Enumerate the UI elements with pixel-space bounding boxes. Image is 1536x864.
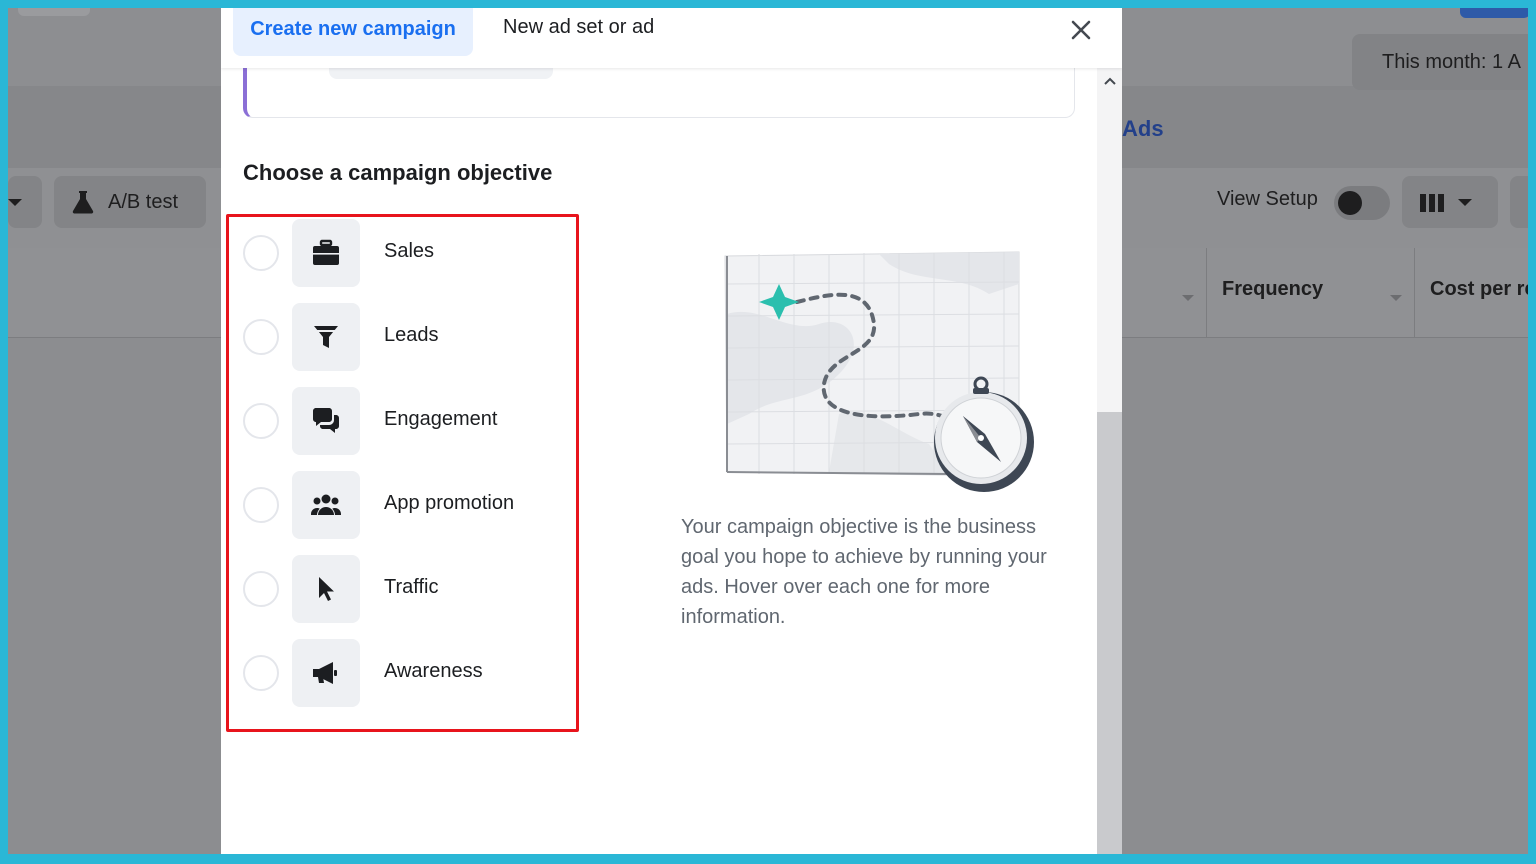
radio-button[interactable]	[243, 319, 279, 355]
view-setup-toggle[interactable]	[1334, 186, 1390, 220]
bg-top-pill	[18, 8, 90, 16]
objective-icon-tile	[292, 639, 360, 707]
dialog-scrollbar[interactable]	[1097, 68, 1122, 854]
map-compass-illustration	[724, 251, 1034, 492]
date-range-button[interactable]: This month: 1 A	[1352, 34, 1528, 90]
people-icon	[311, 494, 341, 515]
objective-label: App promotion	[384, 492, 515, 514]
column-header-cost-per[interactable]: Cost per re	[1430, 278, 1528, 301]
objective-app-promotion[interactable]: App promotion	[221, 470, 571, 540]
chat-bubbles-icon	[313, 408, 339, 433]
radio-button[interactable]	[243, 235, 279, 271]
tab-create-new-campaign[interactable]: Create new campaign	[233, 8, 473, 56]
cursor-icon	[319, 577, 334, 601]
radio-button[interactable]	[243, 403, 279, 439]
chevron-down-icon	[8, 199, 22, 206]
scrollbar-track[interactable]	[1097, 412, 1122, 854]
radio-button[interactable]	[243, 487, 279, 523]
bg-primary-button[interactable]	[1460, 8, 1528, 18]
chevron-down-icon	[1458, 199, 1472, 206]
chevron-up-icon[interactable]	[1103, 76, 1117, 86]
objective-description: Your campaign objective is the business …	[681, 516, 1047, 628]
close-icon[interactable]	[1067, 16, 1095, 44]
objective-leads[interactable]: Leads	[221, 302, 571, 372]
objective-engagement[interactable]: Engagement	[221, 386, 571, 456]
ab-test-button[interactable]: A/B test	[54, 176, 206, 228]
objective-label: Leads	[384, 324, 439, 346]
objective-label: Traffic	[384, 576, 439, 598]
objective-icon-tile	[292, 219, 360, 287]
radio-button[interactable]	[243, 655, 279, 691]
column-sort-icon[interactable]	[1182, 295, 1194, 301]
columns-button[interactable]	[1402, 176, 1498, 228]
megaphone-icon	[313, 662, 337, 684]
flask-icon	[72, 191, 94, 214]
column-divider	[1414, 248, 1415, 338]
ab-test-label: A/B test	[108, 191, 179, 213]
objective-icon-tile	[292, 303, 360, 371]
objective-label: Awareness	[384, 660, 483, 682]
dropdown-button[interactable]	[8, 176, 42, 228]
background-app: This month: 1 A Ads A/B test View Setup …	[8, 8, 1528, 854]
section-title: Choose a campaign objective	[243, 160, 553, 185]
campaign-dialog: Create new campaign New ad set or ad Fin…	[221, 8, 1122, 854]
view-setup-label: View Setup	[1217, 188, 1318, 210]
objective-traffic[interactable]: Traffic	[221, 554, 571, 624]
objective-sales[interactable]: Sales	[221, 218, 571, 288]
objective-label: Engagement	[384, 408, 498, 430]
objective-label: Sales	[384, 240, 435, 262]
dialog-tabs: Create new campaign New ad set or ad	[221, 8, 1122, 68]
dialog-content: Find your objective Choose a campaign ob…	[221, 43, 1097, 854]
radio-button[interactable]	[243, 571, 279, 607]
objective-icon-tile	[292, 471, 360, 539]
column-divider	[1206, 248, 1207, 338]
columns-icon	[1420, 194, 1444, 212]
toggle-knob	[1338, 191, 1362, 215]
column-sort-icon[interactable]	[1390, 295, 1402, 301]
column-header-frequency[interactable]: Frequency	[1222, 278, 1323, 301]
funnel-icon	[314, 326, 338, 348]
briefcase-icon	[313, 239, 339, 265]
objective-icon-tile	[292, 555, 360, 623]
ads-tab[interactable]: Ads	[1122, 116, 1164, 142]
tab-new-ad-set-or-ad[interactable]: New ad set or ad	[503, 16, 654, 39]
objective-awareness[interactable]: Awareness	[221, 638, 571, 708]
bg-edge-button[interactable]	[1510, 176, 1528, 228]
objective-icon-tile	[292, 387, 360, 455]
